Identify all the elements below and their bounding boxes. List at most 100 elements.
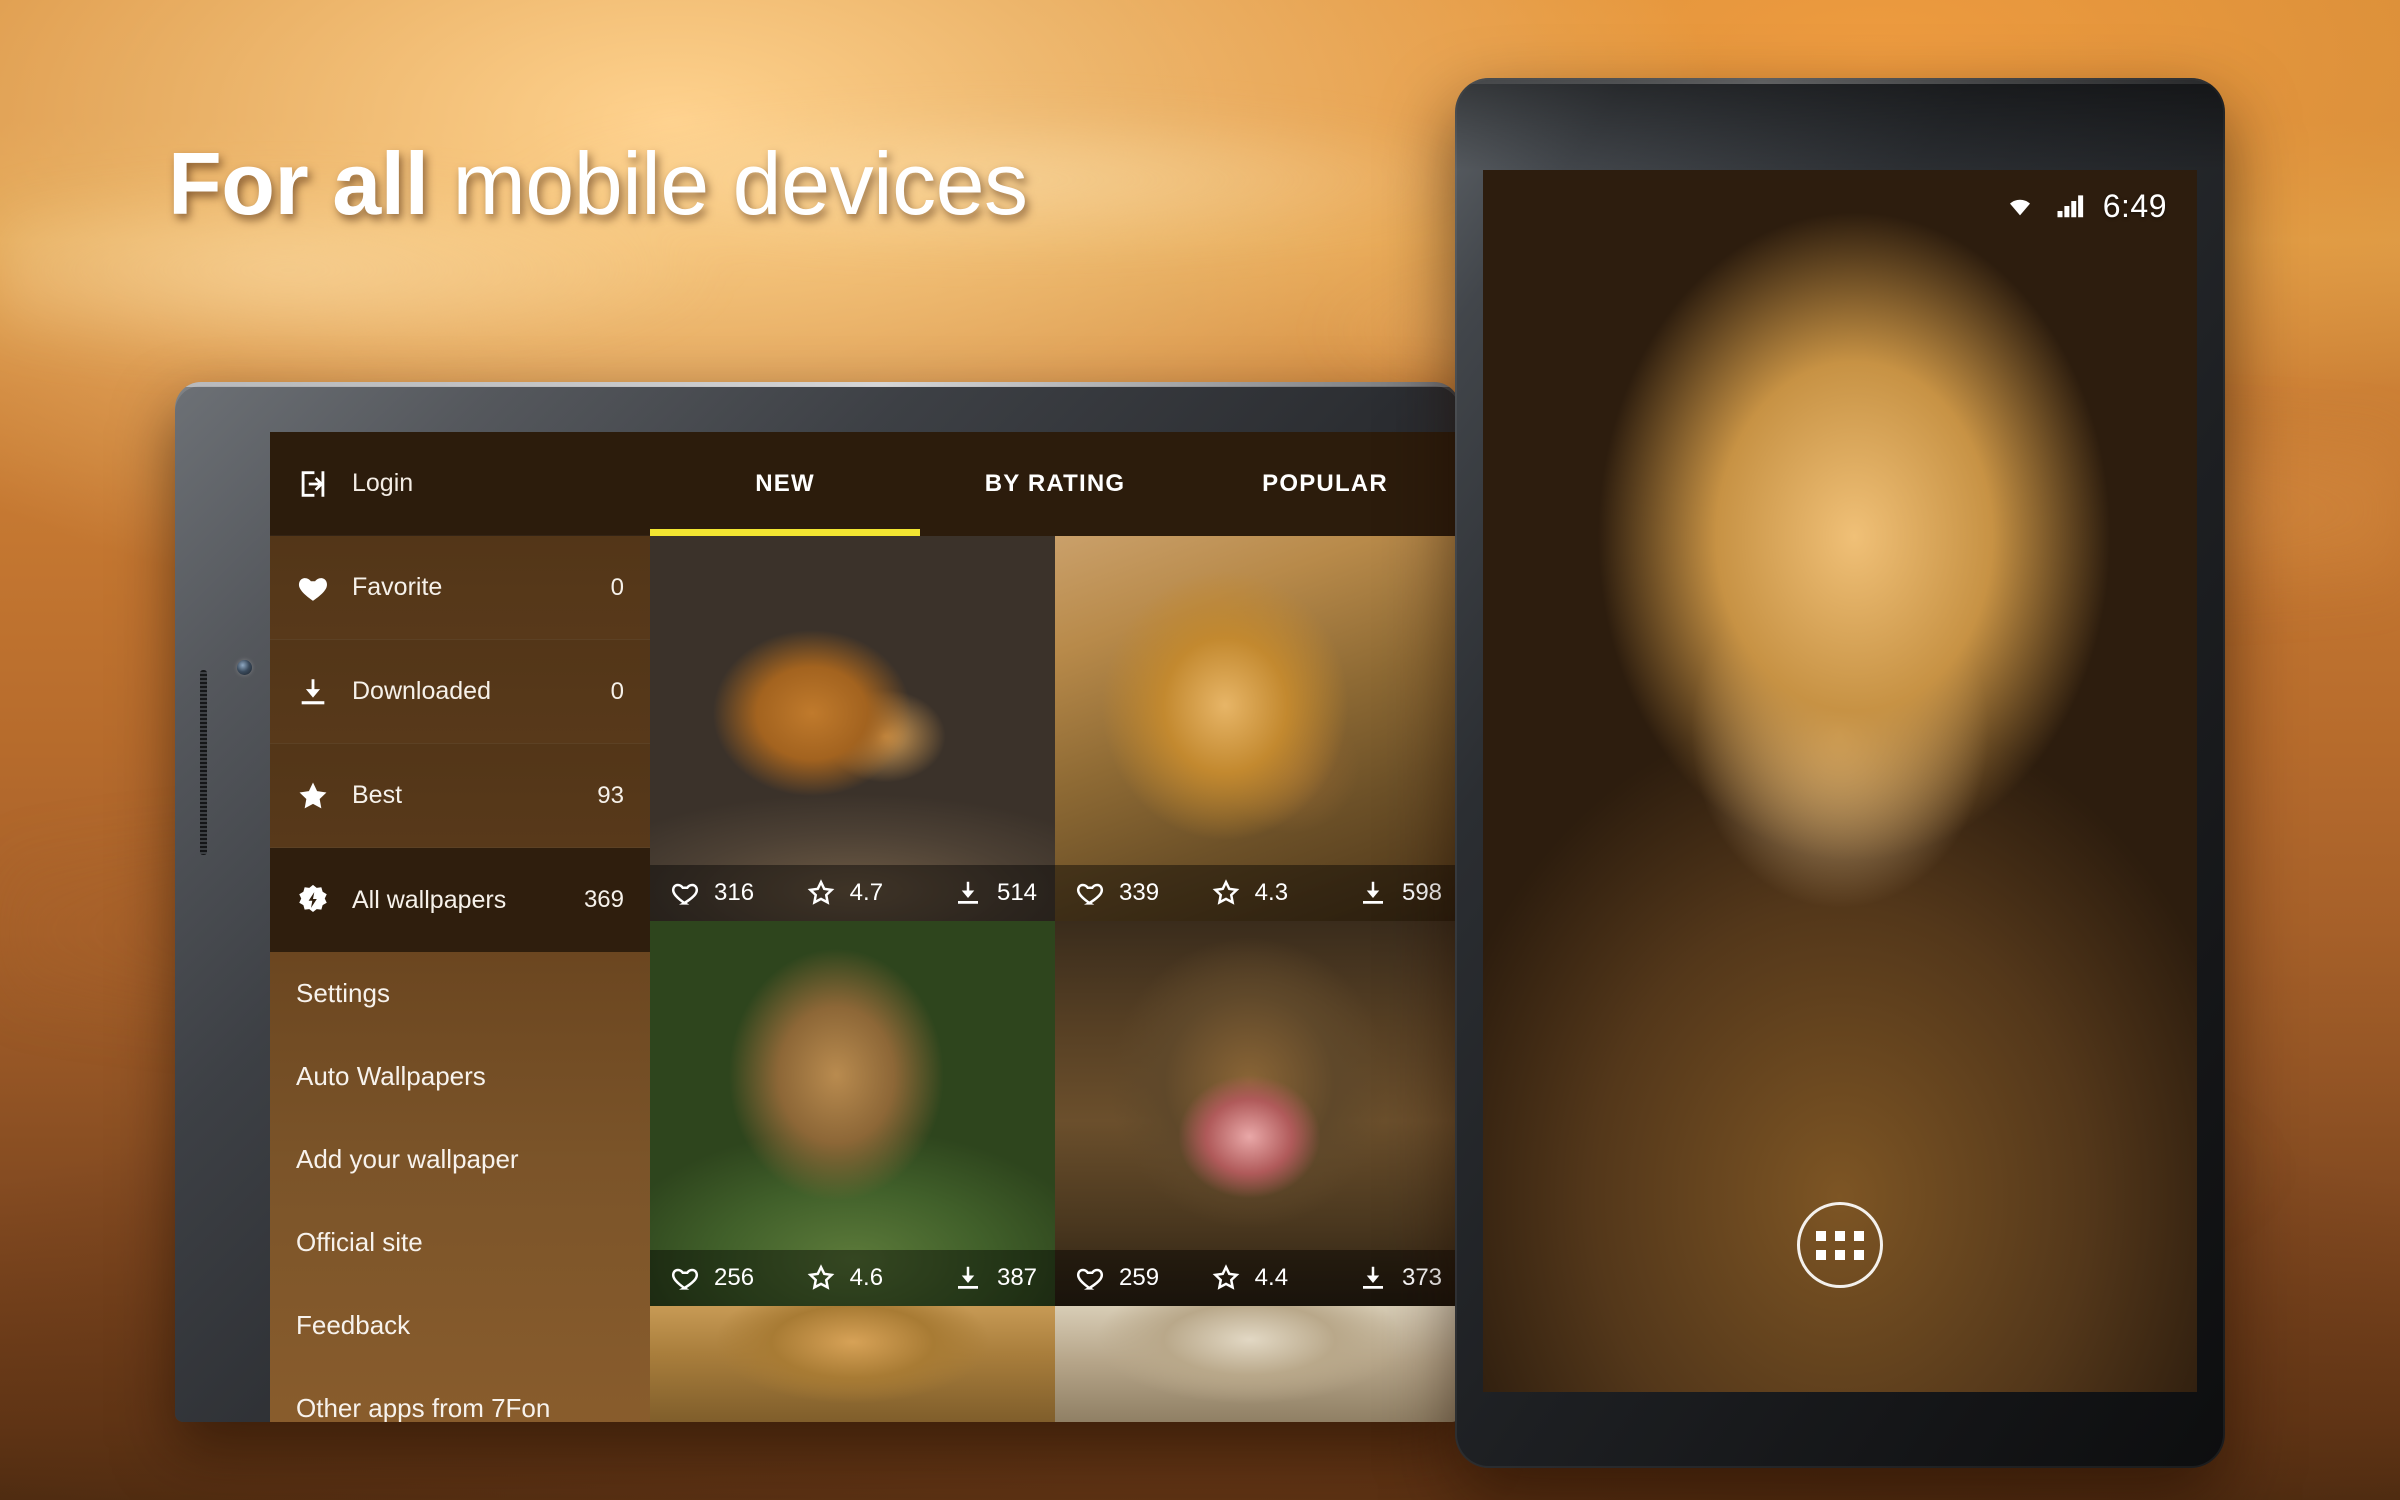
- app-drawer-icon: [1816, 1230, 1864, 1260]
- sidebar-item-label: Login: [352, 469, 414, 497]
- wallpaper-stats: 316 4.7 514: [650, 865, 1055, 921]
- wallpaper-card[interactable]: 339 4.3 598: [1055, 536, 1460, 921]
- like-stat: 339: [1055, 878, 1191, 908]
- rating-value: 4.7: [849, 879, 884, 906]
- rating-stat: 4.3: [1191, 878, 1327, 908]
- phone-screen: 6:49: [1483, 170, 2197, 1392]
- tab-popular[interactable]: POPULAR: [1190, 432, 1460, 536]
- star-icon: [299, 782, 327, 808]
- headline-bold: For all: [168, 134, 429, 233]
- wallpaper-thumbnail: [650, 536, 1055, 921]
- wallpaper-card[interactable]: 256 4.6 387: [650, 921, 1055, 1306]
- tablet-screen: Login Favorite 0 Downloaded 0 Best 93 Al…: [270, 432, 1460, 1422]
- sidebar-item-all-wallpapers[interactable]: All wallpapers 369: [270, 848, 650, 952]
- sidebar-item-auto-wallpapers[interactable]: Auto Wallpapers: [270, 1035, 650, 1118]
- heart-outline-icon: [671, 883, 699, 905]
- download-count: 514: [996, 879, 1038, 906]
- download-icon: [1362, 1266, 1383, 1289]
- wallpaper-card[interactable]: [650, 1306, 1055, 1422]
- headline-light: mobile devices: [452, 134, 1029, 233]
- wallpaper-card[interactable]: 316 4.7 514: [650, 536, 1055, 921]
- sidebar-item-label: Best: [352, 781, 403, 809]
- wallpaper-card[interactable]: 259 4.4 373: [1055, 921, 1460, 1306]
- like-count: 256: [714, 1264, 755, 1291]
- like-stat: 256: [650, 1263, 786, 1293]
- star-outline-icon: [807, 1264, 835, 1290]
- sidebar-item-favorite[interactable]: Favorite 0: [270, 536, 650, 640]
- wallpaper-thumbnail: [650, 921, 1055, 1306]
- sidebar-item-downloaded[interactable]: Downloaded 0: [270, 640, 650, 744]
- like-count: 316: [714, 879, 755, 906]
- download-icon: [1362, 881, 1383, 904]
- download-count: 387: [996, 1264, 1038, 1291]
- phone-bezel-shade: [1455, 78, 2225, 170]
- sidebar-item-settings[interactable]: Settings: [270, 952, 650, 1035]
- sidebar-item-label: All wallpapers: [352, 885, 507, 914]
- star-outline-icon: [1212, 1264, 1240, 1290]
- download-icon: [301, 678, 325, 704]
- download-stat: 514: [921, 878, 1055, 908]
- page-title: For all mobile devices: [168, 140, 1028, 228]
- navigation-drawer: Login Favorite 0 Downloaded 0 Best 93 Al…: [270, 432, 650, 1422]
- wallpaper-stats: 256 4.6 387: [650, 1250, 1055, 1306]
- active-tab-indicator: [650, 529, 920, 536]
- badge-flash-icon: [299, 884, 327, 913]
- sidebar-item-login[interactable]: Login: [270, 432, 650, 536]
- app-drawer-button[interactable]: [1797, 1202, 1883, 1288]
- download-icon: [957, 881, 978, 904]
- like-count: 259: [1119, 1264, 1160, 1291]
- wallpaper-content: NEW BY RATING POPULAR 316 4.7 514 339 4.…: [650, 432, 1460, 1422]
- sidebar-item-count: 93: [597, 781, 624, 809]
- login-icon: [301, 470, 325, 497]
- download-stat: 373: [1326, 1263, 1460, 1293]
- wifi-icon: [2009, 199, 2030, 216]
- tablet-speaker-grille: [200, 670, 207, 855]
- heart-icon: [299, 577, 327, 601]
- like-stat: 259: [1055, 1263, 1191, 1293]
- heart-outline-icon: [1076, 1268, 1104, 1290]
- sidebar-item-label: Favorite: [352, 573, 443, 601]
- rating-value: 4.4: [1254, 1264, 1289, 1291]
- like-count: 339: [1119, 879, 1160, 906]
- phone-device: 6:49: [1455, 78, 2225, 1468]
- rating-value: 4.3: [1254, 879, 1289, 906]
- download-icon: [957, 1266, 978, 1289]
- sidebar-item-label: Downloaded: [352, 677, 491, 705]
- wallpaper-stats: 339 4.3 598: [1055, 865, 1460, 921]
- like-stat: 316: [650, 878, 786, 908]
- phone-clock: 6:49: [2102, 187, 2167, 224]
- wallpaper-thumbnail: [1055, 921, 1460, 1306]
- download-count: 598: [1401, 879, 1443, 906]
- star-outline-icon: [1212, 879, 1240, 905]
- sidebar-item-other-apps[interactable]: Other apps from 7Fon: [270, 1367, 650, 1422]
- wallpaper-thumbnail: [650, 1306, 1055, 1422]
- sidebar-item-count: 0: [610, 677, 624, 705]
- sidebar-secondary-list: Settings Auto Wallpapers Add your wallpa…: [270, 952, 650, 1422]
- rating-stat: 4.4: [1191, 1263, 1327, 1293]
- tab-by-rating[interactable]: BY RATING: [920, 432, 1190, 536]
- phone-status-bar: 6:49: [1483, 170, 2197, 242]
- sidebar-item-count: 369: [583, 886, 624, 913]
- rating-stat: 4.7: [786, 878, 922, 908]
- download-stat: 598: [1326, 878, 1460, 908]
- wallpaper-card[interactable]: [1055, 1306, 1460, 1422]
- sidebar-item-add-your-wallpaper[interactable]: Add your wallpaper: [270, 1118, 650, 1201]
- wallpaper-thumbnail: [1055, 536, 1460, 921]
- tab-new[interactable]: NEW: [650, 432, 920, 536]
- sidebar-item-best[interactable]: Best 93: [270, 744, 650, 848]
- wallpaper-stats: 259 4.4 373: [1055, 1250, 1460, 1306]
- tab-bar: NEW BY RATING POPULAR: [650, 432, 1460, 536]
- download-stat: 387: [921, 1263, 1055, 1293]
- heart-outline-icon: [671, 1268, 699, 1290]
- sidebar-item-feedback[interactable]: Feedback: [270, 1284, 650, 1367]
- wallpaper-grid: 316 4.7 514 339 4.3 598 256 4.6 387 259 …: [650, 536, 1460, 1422]
- heart-outline-icon: [1076, 883, 1104, 905]
- tablet-bezel-highlight: [175, 382, 1460, 387]
- sidebar-item-official-site[interactable]: Official site: [270, 1201, 650, 1284]
- star-outline-icon: [807, 879, 835, 905]
- tablet-device: Login Favorite 0 Downloaded 0 Best 93 Al…: [175, 382, 1460, 1422]
- signal-bars-icon: [2057, 195, 2083, 218]
- wallpaper-thumbnail: [1055, 1306, 1460, 1422]
- download-count: 373: [1401, 1264, 1443, 1291]
- rating-value: 4.6: [849, 1264, 884, 1291]
